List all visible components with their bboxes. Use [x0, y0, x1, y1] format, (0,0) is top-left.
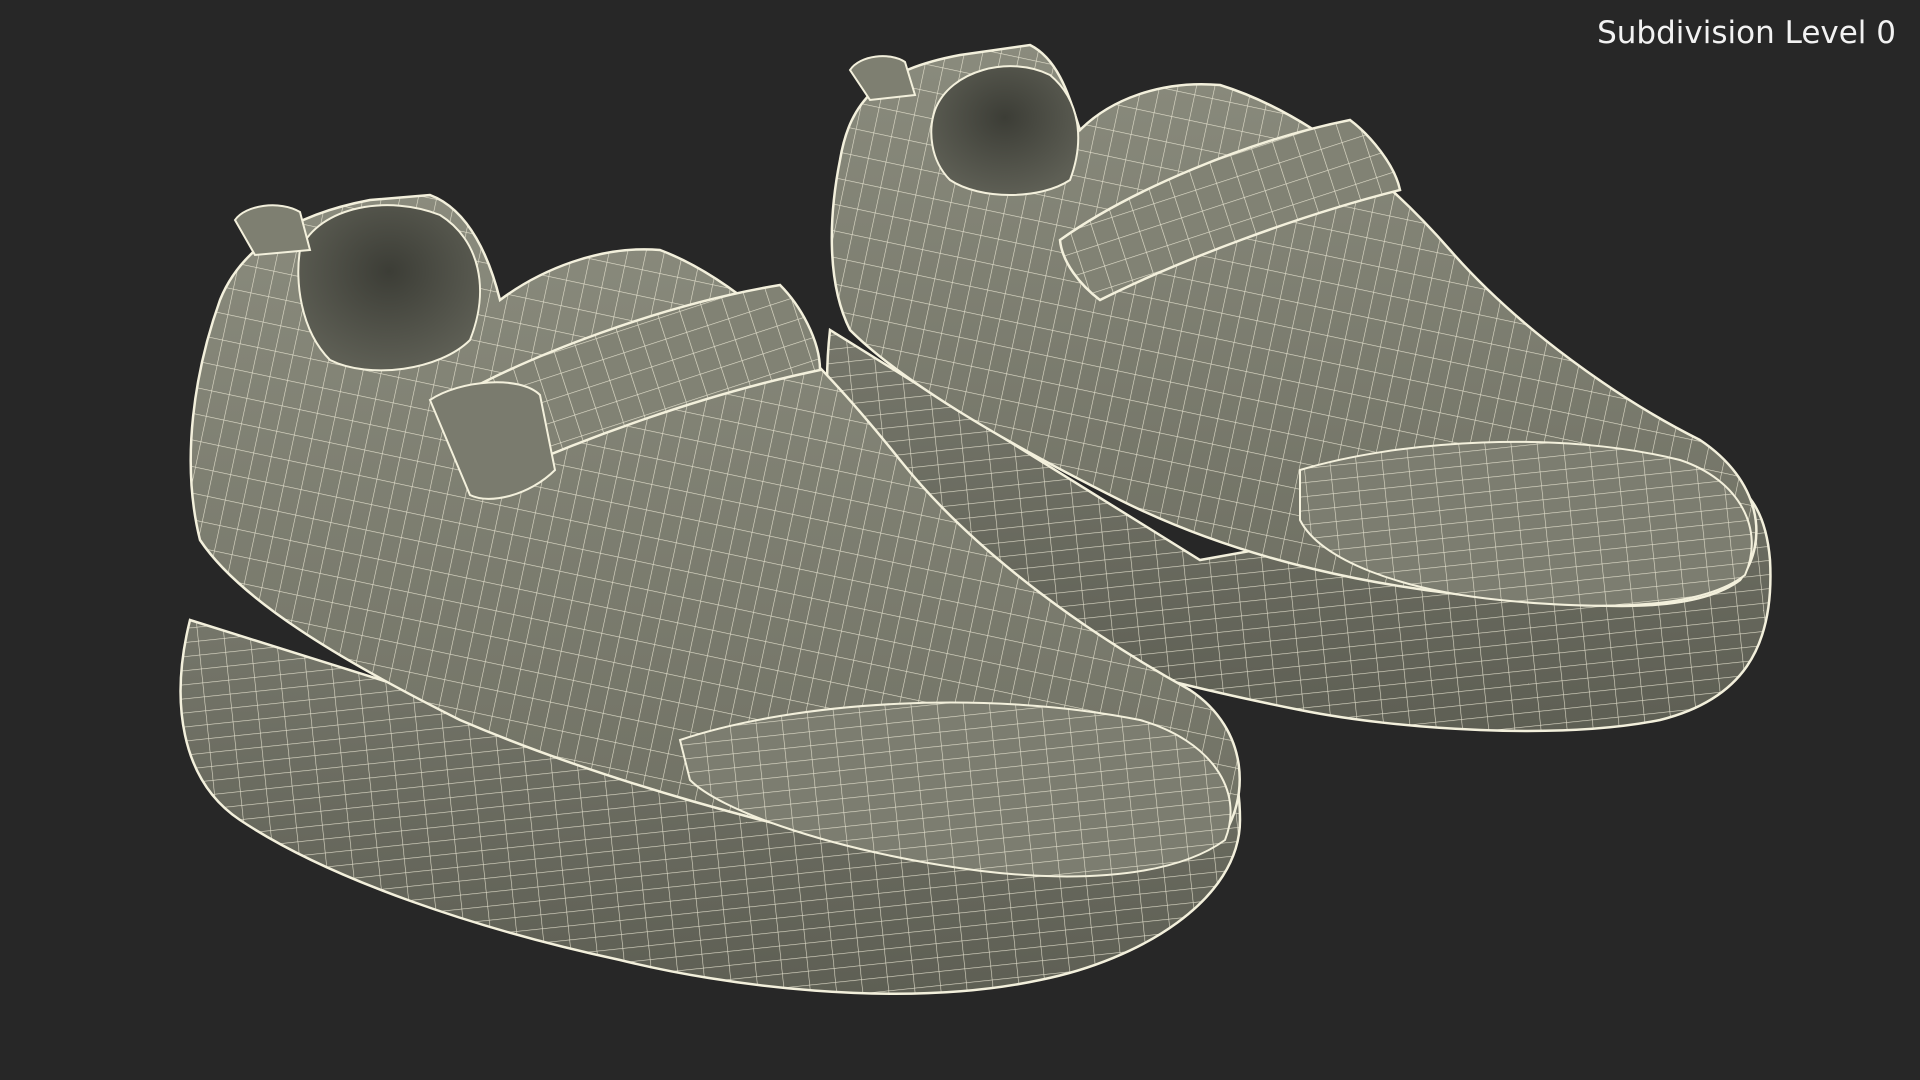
- left-shoe-collar: [297, 204, 481, 372]
- subdivision-level-label: Subdivision Level 0: [1597, 15, 1896, 51]
- right-shoe-collar: [930, 65, 1080, 196]
- right-shoe-pull-tab: [848, 55, 917, 102]
- left-shoe-pull-tab: [233, 204, 312, 257]
- 3d-viewport: Subdivision Level 0: [0, 0, 1920, 1080]
- wireframe-render: [179, 43, 1772, 995]
